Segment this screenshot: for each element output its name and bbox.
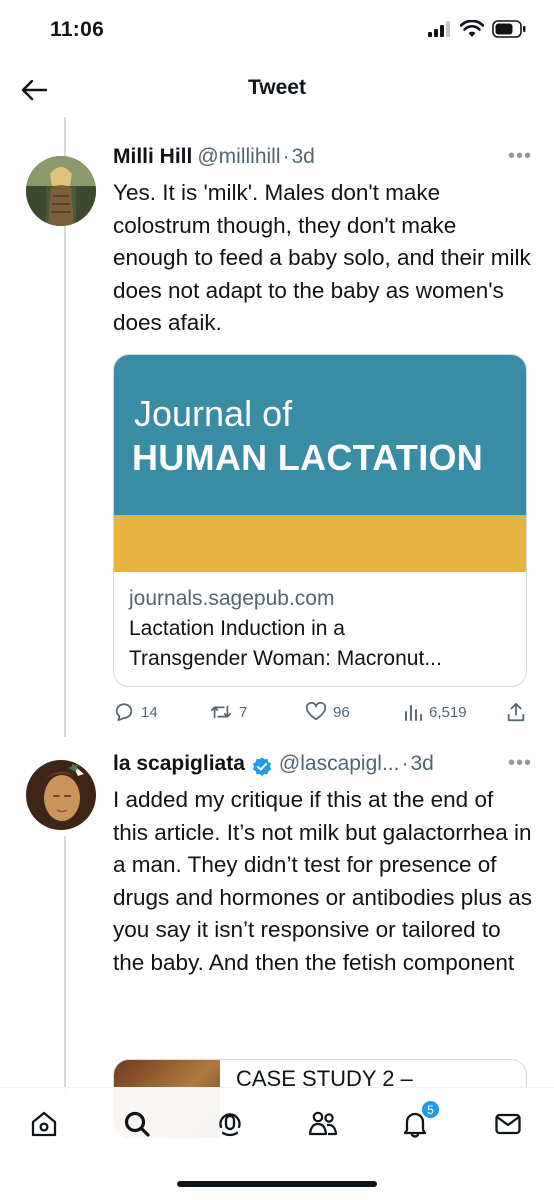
tab-messages[interactable] bbox=[490, 1106, 526, 1142]
page-title: Tweet bbox=[248, 76, 306, 99]
messages-icon bbox=[495, 1113, 521, 1135]
like-icon bbox=[305, 701, 327, 721]
card-title-line2: Transgender Woman: Macronut... bbox=[129, 647, 442, 670]
wifi-icon bbox=[460, 20, 484, 37]
home-icon bbox=[31, 1111, 57, 1137]
like-button[interactable]: 96 bbox=[305, 701, 403, 723]
views-button[interactable]: 6,519 bbox=[403, 702, 503, 722]
reply-icon bbox=[115, 703, 133, 722]
verified-badge-icon bbox=[252, 757, 271, 776]
tweet-actions: 14 7 96 6,519 bbox=[113, 697, 527, 727]
notifications-badge: 5 bbox=[421, 1100, 440, 1119]
tweet-time: 3d bbox=[291, 145, 315, 168]
tab-spaces[interactable] bbox=[212, 1106, 248, 1142]
user-handle[interactable]: @millihill bbox=[197, 145, 280, 169]
reply-count: 14 bbox=[141, 703, 158, 721]
search-icon bbox=[124, 1111, 150, 1137]
card-domain: journals.sagepub.com bbox=[129, 587, 335, 610]
separator-dot: · bbox=[282, 145, 290, 168]
card-title-line1: Lactation Induction in a bbox=[129, 617, 345, 640]
card-image: Journal of HUMAN LACTATION bbox=[114, 355, 526, 515]
cellular-signal-icon bbox=[428, 21, 450, 37]
share-icon bbox=[507, 702, 525, 722]
more-options-button[interactable]: ••• bbox=[508, 145, 532, 168]
avatar[interactable] bbox=[26, 156, 96, 226]
views-icon bbox=[405, 705, 422, 721]
display-name[interactable]: la scapigliata bbox=[113, 752, 245, 776]
avatar[interactable] bbox=[26, 760, 96, 830]
card-image-text-line1: Journal of bbox=[134, 393, 293, 434]
home-indicator[interactable] bbox=[177, 1181, 377, 1187]
tab-communities[interactable] bbox=[305, 1106, 341, 1142]
view-count: 6,519 bbox=[429, 703, 467, 721]
header: Tweet bbox=[0, 62, 554, 116]
retweet-icon bbox=[210, 705, 232, 719]
like-count: 96 bbox=[333, 703, 350, 721]
separator-dot: · bbox=[401, 752, 409, 775]
retweet-count: 7 bbox=[239, 703, 248, 721]
card-image-band bbox=[114, 515, 526, 572]
display-name[interactable]: Milli Hill bbox=[113, 145, 192, 169]
status-icons bbox=[428, 20, 526, 38]
tweet-text: Yes. It is 'milk'. Males don't make colo… bbox=[113, 180, 531, 335]
battery-icon bbox=[492, 20, 526, 38]
spaces-icon bbox=[219, 1113, 241, 1137]
card-image-text-line2: HUMAN LACTATION bbox=[132, 437, 484, 478]
thread-connector-line bbox=[64, 836, 66, 1096]
tab-search[interactable] bbox=[119, 1106, 155, 1142]
communities-icon bbox=[308, 1111, 338, 1136]
more-options-button[interactable]: ••• bbox=[508, 752, 532, 775]
tweet-text: I added my critique if this at the end o… bbox=[113, 787, 533, 975]
status-bar: 11:06 bbox=[0, 0, 554, 62]
user-handle[interactable]: @lascapigl... bbox=[279, 752, 400, 776]
tab-home[interactable] bbox=[26, 1106, 62, 1142]
tweet-time: 3d bbox=[410, 752, 434, 775]
reply-button[interactable]: 14 bbox=[113, 701, 209, 723]
retweet-button[interactable]: 7 bbox=[209, 701, 305, 723]
share-button[interactable] bbox=[505, 701, 527, 723]
status-time: 11:06 bbox=[50, 18, 105, 41]
link-card[interactable]: Journal of HUMAN LACTATION journals.sage… bbox=[113, 354, 527, 687]
